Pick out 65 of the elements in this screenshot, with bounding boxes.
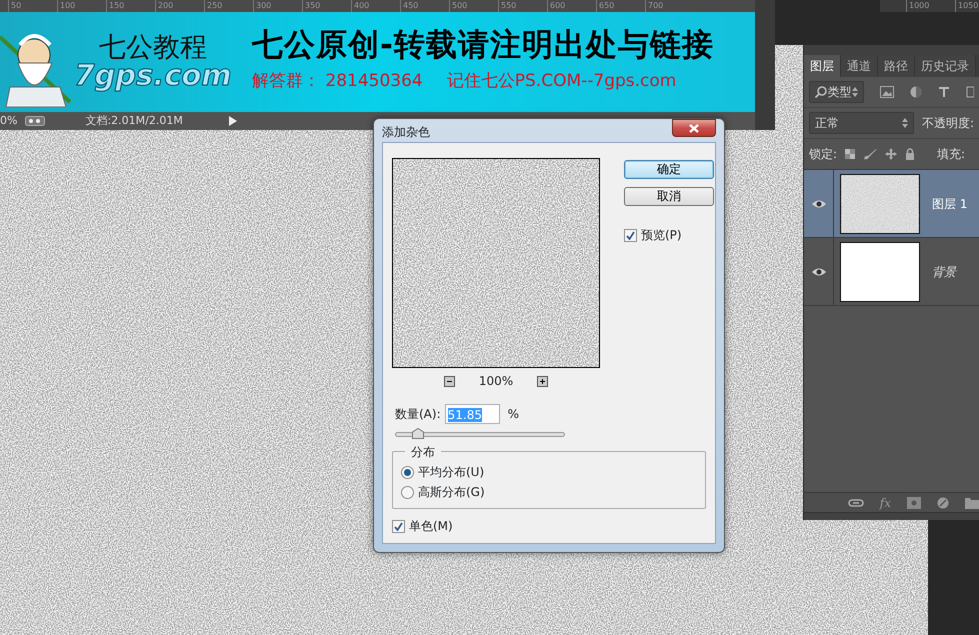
panel-tab[interactable]: 路径: [878, 55, 915, 77]
radio-button[interactable]: [401, 466, 414, 478]
close-icon: [689, 124, 699, 132]
image-filter-icon[interactable]: [880, 86, 894, 98]
dialog-title: 添加杂色: [382, 124, 430, 141]
qq-group-text: 解答群： 281450364: [252, 70, 423, 93]
layer-name: 背景: [932, 264, 956, 280]
banner-headline: 七公原创-转载请注明出处与链接: [252, 30, 714, 61]
checkbox-label: 单色(M): [409, 518, 453, 535]
cancel-button[interactable]: 取消: [624, 187, 714, 206]
checker-lock-icon[interactable]: [845, 149, 856, 159]
stepper-icon: [852, 87, 858, 97]
brush-icon[interactable]: [863, 148, 878, 160]
unit-label: %: [508, 406, 520, 423]
zoom-level: 0%: [0, 112, 18, 129]
checkbox-label: 预览(P): [641, 227, 682, 244]
adjustment-filter-icon[interactable]: [910, 86, 922, 98]
panel-tab[interactable]: 历史记录: [915, 55, 976, 77]
shape-filter-icon[interactable]: [966, 86, 974, 98]
logo-title: 七公教程: [99, 34, 207, 61]
type-filter-icon[interactable]: [938, 86, 950, 98]
ruler-label: 1000: [906, 0, 955, 12]
status-icon: [25, 116, 46, 126]
amount-field[interactable]: 51.85: [444, 404, 500, 424]
close-button[interactable]: [672, 119, 716, 137]
mask-icon[interactable]: [907, 496, 921, 508]
lock-label: 锁定:: [809, 146, 838, 163]
zoom-percent: 100%: [478, 373, 514, 390]
radio-button[interactable]: [401, 486, 414, 498]
eye-icon[interactable]: [812, 266, 826, 276]
amount-label: 数量(A):: [395, 406, 441, 423]
radio-label: 平均分布(U): [418, 464, 484, 481]
slider-thumb[interactable]: [412, 428, 424, 439]
move-icon[interactable]: [885, 148, 898, 160]
group-title: 分布: [405, 443, 441, 461]
checkmark-icon: [394, 522, 403, 530]
ok-button[interactable]: 确定: [624, 160, 714, 179]
folder-icon[interactable]: [965, 496, 979, 508]
fill-label: 填充:: [937, 146, 966, 163]
panel-tab[interactable]: 图层: [804, 55, 841, 77]
blend-mode-dropdown[interactable]: 正常: [809, 112, 914, 134]
zoom-out-icon[interactable]: [444, 376, 455, 386]
preview-checkbox[interactable]: [624, 228, 637, 242]
layer-name: 图层 1: [932, 196, 968, 212]
link-icon[interactable]: [848, 498, 864, 506]
eye-icon[interactable]: [812, 198, 826, 208]
panel-tab[interactable]: 通道: [841, 55, 878, 77]
stepper-icon: [902, 118, 908, 128]
padlock-icon[interactable]: [905, 148, 916, 160]
monochrome-checkbox[interactable]: [392, 520, 405, 532]
site-text: 记住七公PS.COM--7gps.com: [446, 70, 676, 93]
ruler-label: 1050: [955, 0, 979, 12]
opacity-label: 不透明度:: [922, 115, 974, 132]
layer-row[interactable]: 图层 1: [804, 170, 979, 238]
logo-url: 7gps.com: [74, 61, 232, 90]
filter-dropdown[interactable]: 类型: [809, 81, 864, 103]
zoom-in-icon[interactable]: [537, 376, 548, 386]
layer-row[interactable]: 背景: [804, 238, 979, 306]
checkmark-icon: [626, 230, 635, 240]
fx-button[interactable]: fx: [880, 494, 891, 512]
adjustment-icon[interactable]: [937, 496, 949, 508]
document-size: 文档:2.01M/2.01M: [85, 112, 183, 129]
search-icon: [815, 86, 827, 98]
play-triangle-icon[interactable]: [228, 116, 237, 126]
radio-label: 高斯分布(G): [418, 484, 485, 501]
